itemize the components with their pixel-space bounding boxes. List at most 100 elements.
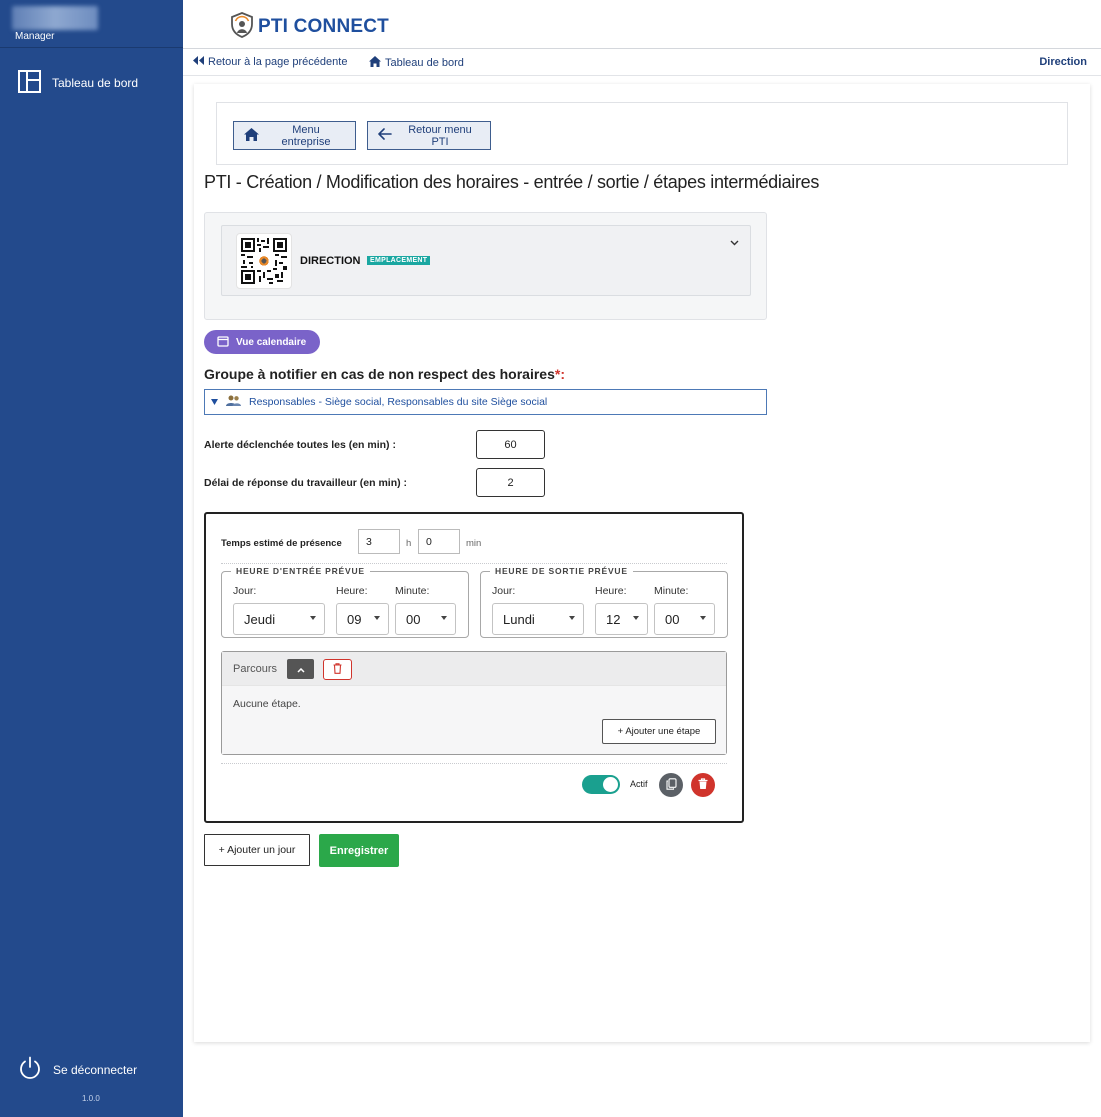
arrow-left-icon — [378, 128, 392, 143]
exit-minute-value: 00 — [665, 611, 680, 627]
menu-entreprise-label: Menu entreprise — [281, 123, 331, 148]
caret-down-icon — [569, 616, 575, 620]
add-step-button[interactable]: + Ajouter une étape — [602, 719, 716, 744]
save-button[interactable]: Enregistrer — [319, 834, 399, 867]
back-link-label: Retour à la page précédente — [208, 56, 348, 68]
alert-interval-label: Alerte déclenchée toutes les (en min) : — [204, 439, 396, 451]
alert-interval-input[interactable] — [476, 430, 545, 459]
caret-down-icon — [310, 616, 316, 620]
power-icon — [18, 1056, 42, 1083]
home-icon — [244, 127, 259, 144]
delete-route-button[interactable] — [323, 659, 352, 680]
active-label: Actif — [630, 779, 648, 789]
home-icon — [369, 56, 381, 70]
caret-down-icon — [441, 616, 447, 620]
page-title: PTI - Création / Modification des horair… — [204, 172, 820, 192]
collapse-route-button[interactable] — [287, 659, 314, 679]
delete-day-button[interactable] — [691, 773, 715, 797]
response-delay-input[interactable] — [476, 468, 545, 497]
pti-shield-logo-icon — [229, 12, 255, 41]
users-group-icon — [226, 395, 241, 409]
brand-name: PTI CONNECT — [258, 15, 389, 37]
response-delay-label: Délai de réponse du travailleur (en min)… — [204, 477, 408, 489]
active-toggle[interactable] — [582, 775, 620, 794]
entry-time-group: HEURE D'ENTRÉE PRÉVUE Jour: Heure: Minut… — [221, 566, 469, 638]
estimated-hours-input[interactable] — [358, 529, 400, 554]
notify-group-value: Responsables - Siège social, Responsable… — [249, 396, 548, 408]
exit-hour-select[interactable]: 12 — [595, 603, 648, 635]
logout-button[interactable]: Se déconnecter — [18, 1056, 137, 1083]
caret-down-icon — [374, 616, 380, 620]
toggle-knob — [603, 777, 618, 792]
divider — [221, 563, 727, 564]
retour-menu-pti-button[interactable]: Retour menu PTI — [367, 121, 491, 150]
caret-down-icon — [700, 616, 706, 620]
entry-hour-select[interactable]: 09 — [336, 603, 389, 635]
dashboard-link[interactable]: Tableau de bord — [369, 56, 464, 70]
exit-time-group: HEURE DE SORTIE PRÉVUE Jour: Heure: Minu… — [480, 566, 728, 638]
location-accordion[interactable]: DIRECTION EMPLACEMENT — [221, 225, 751, 296]
dashboard-link-label: Tableau de bord — [385, 57, 464, 69]
double-arrow-left-icon — [193, 56, 204, 68]
divider — [221, 763, 727, 764]
sidebar-item-label: Tableau de bord — [52, 76, 139, 90]
breadcrumb-current: Direction — [1039, 56, 1087, 68]
hours-unit: h — [406, 538, 412, 549]
calendar-icon — [217, 335, 229, 350]
user-name-blurred — [12, 6, 98, 30]
user-role: Manager — [15, 31, 55, 42]
exit-hour-label: Heure: — [595, 585, 627, 597]
add-day-button[interactable]: + Ajouter un jour — [204, 834, 310, 866]
top-header: PTI CONNECT — [183, 0, 1101, 49]
entry-time-legend: HEURE D'ENTRÉE PRÉVUE — [236, 566, 365, 576]
exit-day-label: Jour: — [492, 585, 516, 597]
breadcrumb: Retour à la page précédente Tableau de b… — [183, 49, 1101, 76]
calendar-view-button[interactable]: Vue calendaire — [204, 330, 320, 354]
entry-minute-label: Minute: — [395, 585, 430, 597]
duplicate-day-button[interactable] — [659, 773, 683, 797]
route-panel-header: Parcours — [222, 652, 726, 686]
estimated-presence-label: Temps estimé de présence — [221, 538, 342, 549]
exit-day-value: Lundi — [503, 611, 535, 627]
qr-code-icon — [236, 233, 292, 289]
main-content-card: Menu entreprise Retour menu PTI PTI - Cr… — [194, 84, 1090, 1042]
exit-day-select[interactable]: Lundi — [492, 603, 584, 635]
entry-day-label: Jour: — [233, 585, 257, 597]
route-empty-text: Aucune étape. — [233, 698, 301, 710]
route-panel-body: Aucune étape. + Ajouter une étape — [222, 686, 726, 754]
location-name: DIRECTION — [300, 255, 361, 267]
required-colon: : — [560, 366, 566, 382]
app-version: 1.0.0 — [82, 1094, 100, 1103]
dashboard-layout-icon — [18, 70, 41, 96]
chevron-up-icon — [296, 662, 305, 676]
exit-time-legend: HEURE DE SORTIE PRÉVUE — [495, 566, 628, 576]
back-to-previous-link[interactable]: Retour à la page précédente — [193, 56, 347, 68]
route-title: Parcours — [233, 663, 278, 675]
logout-label: Se déconnecter — [53, 1062, 138, 1077]
caret-down-icon — [211, 396, 218, 408]
entry-hour-value: 09 — [347, 611, 362, 627]
estimated-minutes-input[interactable] — [418, 529, 460, 554]
entry-day-value: Jeudi — [244, 611, 276, 627]
trash-icon — [333, 662, 342, 677]
menu-entreprise-button[interactable]: Menu entreprise — [233, 121, 356, 150]
route-panel: Parcours Aucune étape. + Ajouter une éta… — [221, 651, 727, 755]
exit-minute-select[interactable]: 00 — [654, 603, 715, 635]
exit-minute-label: Minute: — [654, 585, 689, 597]
entry-hour-label: Heure: — [336, 585, 368, 597]
retour-menu-pti-label: Retour menu PTI — [408, 123, 472, 148]
trash-icon — [698, 777, 708, 793]
caret-down-icon — [633, 616, 639, 620]
entry-minute-value: 00 — [406, 611, 421, 627]
notify-group-label: Groupe à notifier en cas de non respect … — [204, 366, 565, 382]
sidebar-item-dashboard[interactable]: Tableau de bord — [18, 70, 138, 96]
chevron-down-icon[interactable] — [730, 235, 739, 249]
schedule-day-block: Temps estimé de présence h min HEURE D'E… — [204, 512, 744, 823]
entry-minute-select[interactable]: 00 — [395, 603, 456, 635]
brand-logo[interactable]: PTI CONNECT — [229, 12, 389, 41]
notify-group-select[interactable]: Responsables - Siège social, Responsable… — [204, 389, 767, 415]
entry-day-select[interactable]: Jeudi — [233, 603, 325, 635]
notify-group-label-text: Groupe à notifier en cas de non respect … — [204, 366, 555, 382]
minutes-unit: min — [466, 538, 482, 549]
copy-icon — [665, 777, 677, 793]
